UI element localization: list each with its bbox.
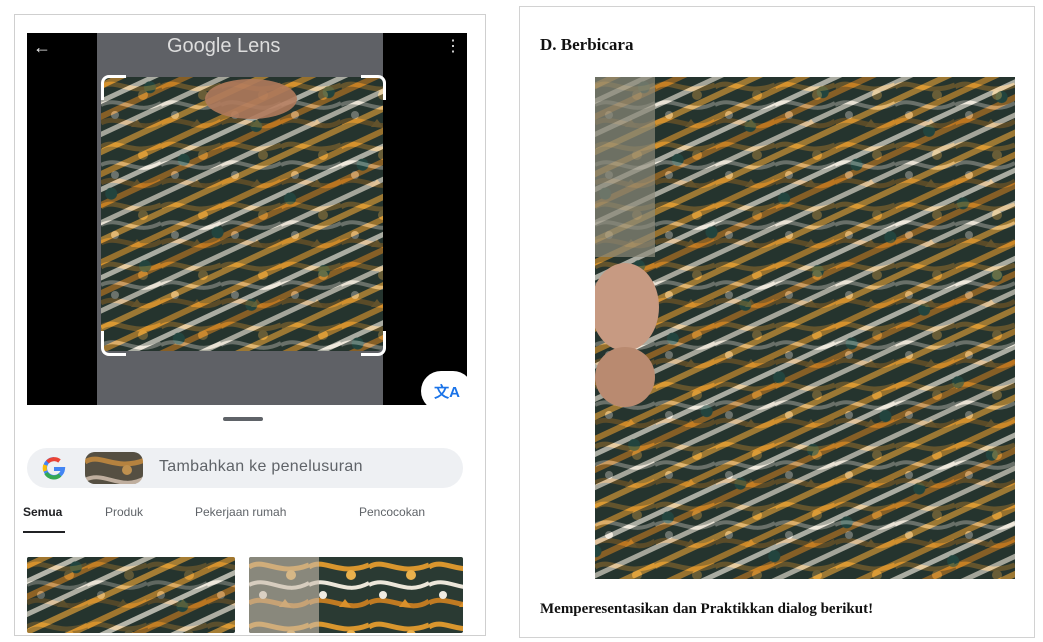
result-tabs: Semua Produk Pekerjaan rumah Pencocokan: [23, 505, 473, 529]
app-title: Google Lens: [167, 35, 281, 57]
section-heading: D. Berbicara: [540, 35, 634, 54]
selected-image-region[interactable]: [101, 77, 383, 351]
result-image-2[interactable]: [249, 557, 463, 633]
tab-pencocokan[interactable]: Pencocokan: [359, 505, 425, 519]
bottom-sheet-handle[interactable]: [223, 417, 263, 421]
crop-handle-top-left[interactable]: [101, 75, 126, 100]
more-vert-icon[interactable]: ⋮: [445, 39, 461, 55]
instruction-text: Memperesentasikan dan Praktikkan dialog …: [540, 601, 874, 617]
batik-photo: [101, 77, 383, 351]
crop-handle-bottom-left[interactable]: [101, 331, 126, 356]
google-lens-screen: ← Google Lens ⋮ 文A Tambahkan ke penelusu…: [14, 14, 486, 636]
crop-handle-bottom-right[interactable]: [361, 331, 386, 356]
result-image-1[interactable]: [27, 557, 235, 633]
crop-handle-top-right[interactable]: [361, 75, 386, 100]
active-tab-indicator: [23, 531, 65, 533]
add-to-search-label: Tambahkan ke penelusuran: [159, 458, 363, 475]
translate-button[interactable]: 文A: [421, 371, 467, 405]
add-to-search-bar[interactable]: Tambahkan ke penelusuran: [27, 448, 463, 488]
tab-semua[interactable]: Semua: [23, 505, 62, 519]
translate-icon: 文A: [434, 383, 460, 401]
tab-pekerjaan-rumah[interactable]: Pekerjaan rumah: [195, 505, 286, 519]
google-logo-icon: [41, 456, 67, 480]
document-page: D. Berbicara Memperesentasikan dan Prakt…: [519, 6, 1035, 638]
camera-viewer: ← Google Lens ⋮ 文A: [27, 33, 467, 405]
batik-photo-large: [595, 77, 1015, 579]
back-arrow-icon[interactable]: ←: [33, 37, 53, 57]
tab-produk[interactable]: Produk: [105, 505, 143, 519]
search-thumbnail: [85, 452, 143, 484]
lens-top-bar: ← Google Lens ⋮: [27, 33, 467, 73]
